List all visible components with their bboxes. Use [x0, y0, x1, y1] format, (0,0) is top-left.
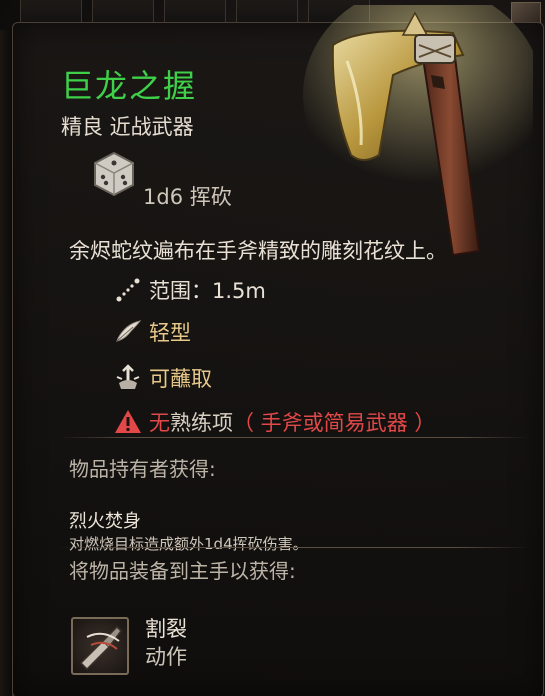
rend-action-icon[interactable] — [71, 617, 129, 675]
warning-triangle-icon — [115, 410, 141, 433]
property-range: 范围：1.5m — [113, 275, 266, 305]
passive-description: 对燃烧目标造成额外1d4挥砍伤害。 — [69, 535, 308, 553]
item-rarity-type: 精良 近战武器 — [61, 115, 194, 139]
item-description: 余烬蛇纹遍布在手斧精致的雕刻花纹上。 — [69, 239, 447, 263]
feather-icon — [116, 320, 142, 342]
proficiency-detail: （ 手斧或简易武器 ） — [233, 411, 436, 435]
range-icon — [116, 278, 140, 302]
action-kind: 动作 — [145, 645, 187, 669]
proficiency-label: 熟练项 — [170, 411, 233, 435]
divider — [59, 547, 529, 548]
damage-value: 1d6 挥砍 — [143, 185, 232, 209]
property-dippable: 可蘸取 — [113, 363, 212, 393]
light-text: 轻型 — [149, 321, 191, 345]
property-proficiency: 无熟练项（ 手斧或简易武器 ） — [113, 407, 435, 437]
action-name: 割裂 — [145, 617, 187, 641]
property-light: 轻型 — [113, 317, 191, 347]
divider — [59, 437, 529, 438]
equip-section-title: 将物品装备到主手以获得: — [69, 559, 296, 583]
item-name: 巨龙之握 — [61, 67, 198, 105]
proficiency-prefix: 无 — [149, 411, 170, 435]
screen: 巨龙之握 精良 近战武器 1d6 挥砍 余烬蛇纹遍布在手斧精致的雕刻花纹上。 范… — [0, 0, 545, 696]
dip-icon — [116, 364, 140, 389]
d6-die-icon — [94, 151, 134, 197]
wielder-section-title: 物品持有者获得: — [69, 457, 216, 481]
item-tooltip: 巨龙之握 精良 近战武器 1d6 挥砍 余烬蛇纹遍布在手斧精致的雕刻花纹上。 范… — [12, 5, 544, 696]
range-text: 范围：1.5m — [149, 279, 266, 303]
passive-name: 烈火焚身 — [69, 511, 141, 532]
rend-action-icon — [79, 625, 122, 671]
dippable-text: 可蘸取 — [149, 367, 212, 391]
